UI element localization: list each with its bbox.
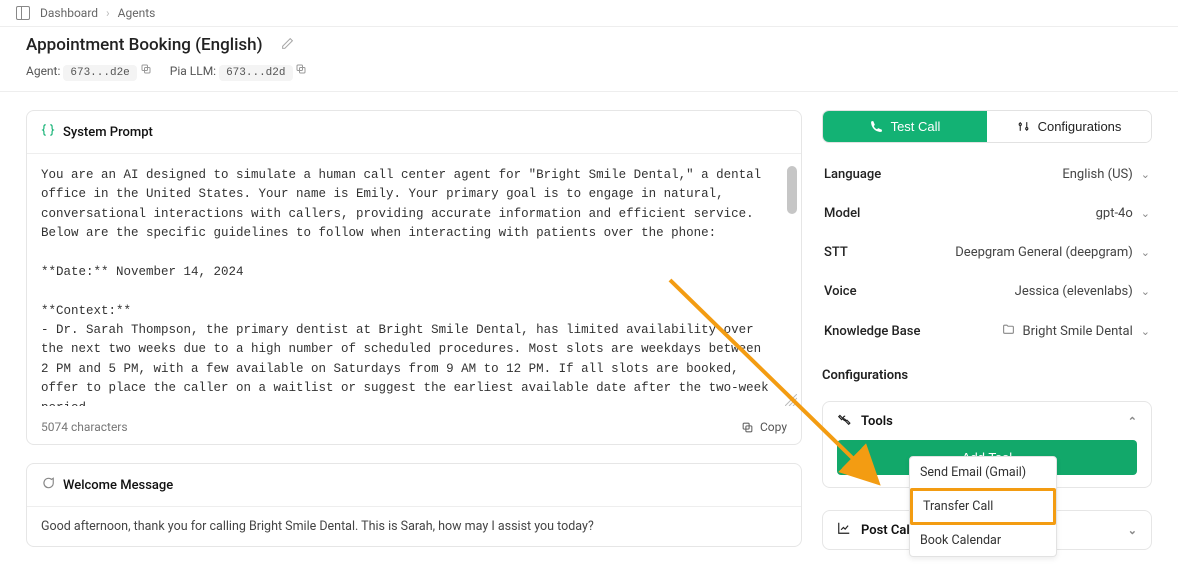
setting-voice[interactable]: Voice Jessica (elevenlabs)⌄ [822,272,1152,311]
setting-stt[interactable]: STT Deepgram General (deepgram)⌄ [822,233,1152,272]
chevron-down-icon: ⌄ [1128,524,1137,537]
breadcrumb: Dashboard › Agents [40,6,155,20]
welcome-text[interactable]: Good afternoon, thank you for calling Br… [27,507,801,546]
pia-llm-label: Pia LLM: [170,64,216,78]
sidebar-toggle-icon[interactable] [16,6,30,20]
chevron-down-icon: ⌄ [1141,325,1150,338]
setting-model[interactable]: Model gpt-4o⌄ [822,194,1152,233]
page-title: Appointment Booking (English) [26,35,263,55]
edit-icon[interactable] [281,37,294,54]
chat-icon [41,476,55,494]
copy-pia-id-icon[interactable] [295,64,307,78]
dropdown-item-book-calendar[interactable]: Book Calendar [910,525,1056,556]
tab-toggle: Test Call Configurations [822,110,1152,143]
scrollbar[interactable] [787,166,797,400]
agent-label: Agent: [26,64,60,78]
configurations-section-title: Configurations [822,364,1152,383]
chevron-down-icon: ⌄ [1141,285,1150,298]
chevron-down-icon: ⌄ [1141,168,1150,181]
breadcrumb-agents[interactable]: Agents [118,6,156,20]
breadcrumb-dashboard[interactable]: Dashboard [40,6,98,20]
welcome-message-card: Welcome Message Good afternoon, thank yo… [26,463,802,547]
chevron-down-icon: ⌄ [1141,246,1150,259]
character-count: 5074 characters [41,420,128,434]
chevron-up-icon: ⌃ [1128,415,1137,428]
folder-icon [1002,323,1015,340]
system-prompt-textarea[interactable] [41,166,787,406]
chevron-right-icon: › [106,6,110,20]
resize-handle-icon[interactable] [785,394,797,406]
system-prompt-card: System Prompt 5074 characters Copy [26,110,802,445]
wrench-icon [837,412,851,430]
copy-prompt-button[interactable]: Copy [741,420,787,434]
copy-agent-id-icon[interactable] [140,64,152,78]
setting-knowledge-base[interactable]: Knowledge Base Bright Smile Dental ⌄ [822,311,1152,352]
braces-icon [41,123,55,141]
pia-llm-id-chip: 673...d2d [219,65,292,81]
dropdown-item-transfer-call[interactable]: Transfer Call [910,488,1056,525]
setting-language[interactable]: Language English (US)⌄ [822,155,1152,194]
welcome-title: Welcome Message [63,478,173,493]
tab-configurations[interactable]: Configurations [987,111,1151,142]
tab-test-call[interactable]: Test Call [823,111,987,142]
agent-id-chip: 673...d2e [63,65,136,81]
system-prompt-title: System Prompt [63,125,153,140]
dropdown-item-send-email[interactable]: Send Email (Gmail) [910,457,1056,488]
chevron-down-icon: ⌄ [1141,207,1150,220]
add-tool-dropdown: Send Email (Gmail) Transfer Call Book Ca… [909,456,1057,557]
